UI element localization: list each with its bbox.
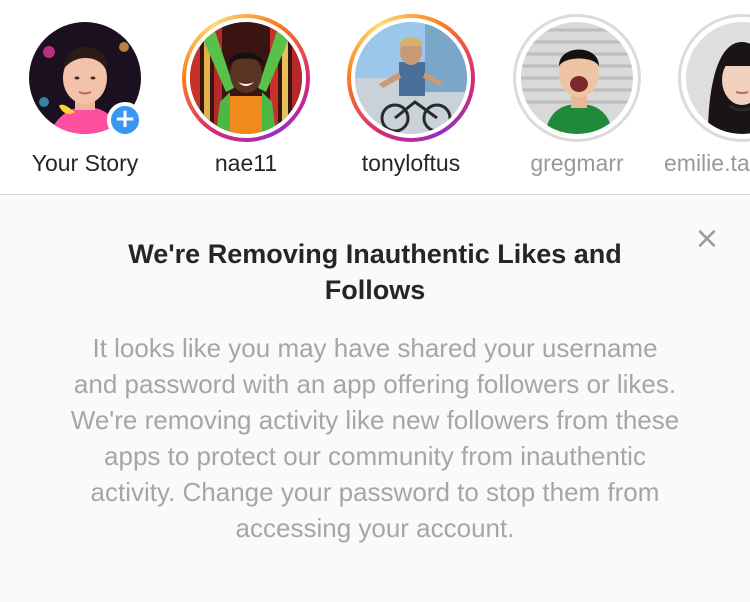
story-emilie-ta[interactable]: emilie.ta: [657, 0, 750, 194]
stories-tray: + Your Story nae11 tonyloftus gregmarr e…: [0, 0, 750, 195]
story-nae11[interactable]: nae11: [161, 0, 331, 194]
story-gregmarr[interactable]: gregmarr: [492, 0, 662, 194]
story-username: nae11: [214, 150, 278, 176]
story-username: emilie.ta: [664, 150, 750, 176]
story-username: gregmarr: [530, 150, 624, 176]
add-story-icon[interactable]: +: [107, 102, 143, 138]
notice-title: We're Removing Inauthentic Likes and Fol…: [128, 239, 622, 305]
avatar: [355, 22, 467, 134]
story-ring-unseen: [347, 14, 475, 142]
avatar-photo: [190, 22, 302, 134]
avatar-photo: [355, 22, 467, 134]
close-icon[interactable]: ×: [690, 224, 724, 254]
story-username: tonyloftus: [361, 150, 461, 176]
notice-body: It looks like you may have shared your u…: [70, 333, 680, 543]
story-tonyloftus[interactable]: tonyloftus: [326, 0, 496, 194]
story-ring-seen: [678, 14, 750, 142]
story-ring-seen: [513, 14, 641, 142]
story-ring-unseen: [182, 14, 310, 142]
story-username: Your Story: [31, 150, 139, 176]
avatar-photo: [521, 22, 633, 134]
avatar: [190, 22, 302, 134]
story-your-story[interactable]: + Your Story: [0, 0, 170, 194]
avatar: [521, 22, 633, 134]
